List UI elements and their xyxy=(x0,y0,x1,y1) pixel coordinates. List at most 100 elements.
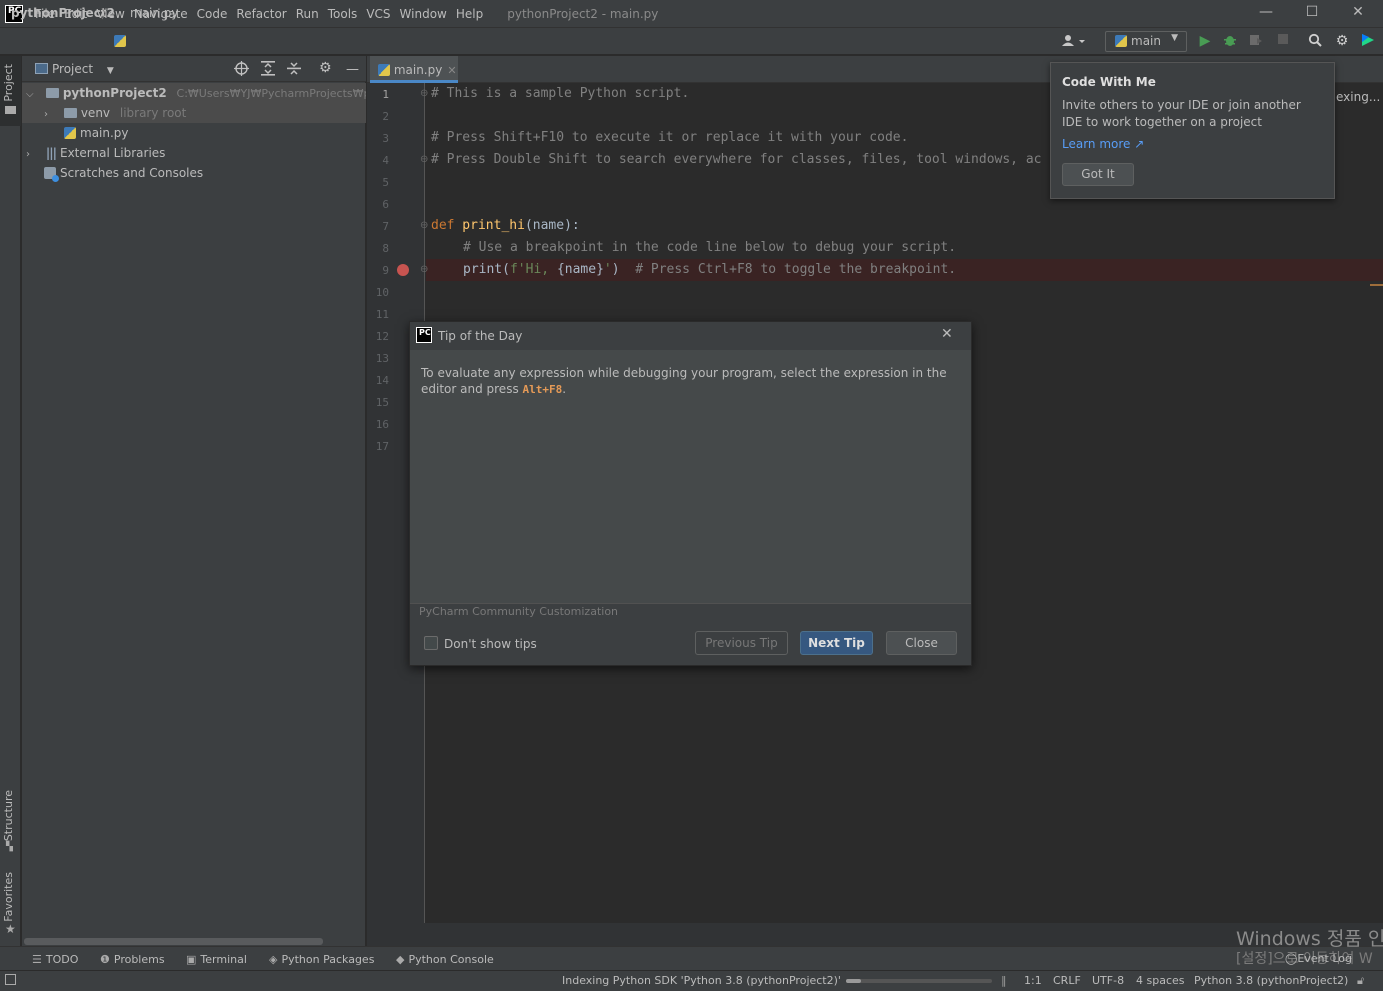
tool-tab-structure[interactable]: Structure xyxy=(2,790,15,841)
code-comment: # Press Shift+F10 to execute it or repla… xyxy=(431,130,909,145)
tip-shortcut: Alt+F8 xyxy=(522,383,563,396)
tree-item-label: External Libraries xyxy=(59,146,166,160)
tree-item-label: pythonProject2 xyxy=(62,86,167,100)
run-icon[interactable]: ▶ xyxy=(1197,33,1213,49)
indexing-progress-bar xyxy=(846,979,992,983)
tree-item-project-root[interactable]: ⌵ pythonProject2 C:₩Users₩YJ₩PycharmProj… xyxy=(22,83,366,103)
caret-position[interactable]: 1:1 xyxy=(1024,974,1042,987)
tree-item-label: main.py xyxy=(80,126,129,140)
dialog-close-icon[interactable]: ✕ xyxy=(941,326,953,342)
code-line-4[interactable]: # Press Double Shift to search everywher… xyxy=(431,152,1041,167)
run-configuration-select[interactable]: main ▼ xyxy=(1105,31,1187,52)
tool-problems[interactable]: ❶ Problems xyxy=(100,953,165,966)
menu-tools[interactable]: Tools xyxy=(328,7,358,21)
breadcrumb-file[interactable]: main.py xyxy=(130,6,179,20)
fold-marker-icon[interactable]: ⊖ xyxy=(420,154,428,165)
got-it-button[interactable]: Got It xyxy=(1062,163,1134,186)
menu-code[interactable]: Code xyxy=(197,7,228,21)
toggle-tool-windows-icon[interactable] xyxy=(5,974,16,985)
tool-python-packages[interactable]: ◈ Python Packages xyxy=(269,953,374,966)
editor-tab-main-py[interactable]: main.py ✕ xyxy=(370,56,458,83)
interpreter-selector[interactable]: Python 3.8 (pythonProject2) xyxy=(1194,974,1348,987)
tree-item-scratches[interactable]: Scratches and Consoles xyxy=(22,163,366,183)
packages-icon: ◈ xyxy=(269,953,278,966)
locate-file-icon[interactable] xyxy=(234,61,249,79)
tree-item-venv[interactable]: › venv library root xyxy=(22,103,366,123)
close-dialog-button[interactable]: Close xyxy=(886,631,957,655)
debug-icon[interactable] xyxy=(1222,33,1238,49)
code-with-me-icon[interactable] xyxy=(1061,33,1087,49)
code-call: print( xyxy=(463,262,510,277)
chevron-right-icon: › xyxy=(26,149,30,160)
indent-setting[interactable]: 4 spaces xyxy=(1136,974,1185,987)
pause-indexing-icon[interactable]: ‖ xyxy=(1001,974,1007,987)
menu-vcs[interactable]: VCS xyxy=(366,7,390,21)
tool-terminal[interactable]: ▣ Terminal xyxy=(186,953,247,966)
libraries-icon: ||| xyxy=(45,146,57,160)
maximize-button[interactable]: ☐ xyxy=(1289,0,1335,27)
previous-tip-button[interactable]: Previous Tip xyxy=(695,631,788,655)
tab-close-icon[interactable]: ✕ xyxy=(447,64,456,77)
tip-text: To evaluate any expression while debuggi… xyxy=(421,365,961,398)
unlock-icon[interactable]: 🔓︎ xyxy=(1357,974,1364,988)
next-tip-button[interactable]: Next Tip xyxy=(800,631,873,655)
menu-refactor[interactable]: Refactor xyxy=(236,7,286,21)
close-window-button[interactable]: ✕ xyxy=(1335,0,1381,27)
code-line-7[interactable]: def print_hi(name): xyxy=(431,218,580,233)
tool-label: Terminal xyxy=(200,953,247,966)
line-number: 9 xyxy=(382,264,389,277)
dont-show-tips-checkbox[interactable] xyxy=(424,636,438,650)
tree-item-label: Scratches and Consoles xyxy=(60,166,204,180)
fold-marker-icon[interactable]: ⊖ xyxy=(420,264,428,275)
code-string: f'Hi, xyxy=(509,262,557,277)
tree-item-path: C:₩Users₩YJ₩PycharmProjects₩pythonProjec… xyxy=(176,87,366,100)
tool-tab-project[interactable]: Project xyxy=(0,56,21,126)
code-line-8[interactable]: # Use a breakpoint in the code line belo… xyxy=(463,240,956,255)
code-line-1[interactable]: # This is a sample Python script. xyxy=(431,86,689,101)
minimize-button[interactable]: — xyxy=(1243,0,1289,27)
menu-window[interactable]: Window xyxy=(400,7,447,21)
settings-gear-icon[interactable]: ⚙ xyxy=(1334,33,1350,49)
collapse-all-icon[interactable] xyxy=(287,61,301,79)
folder-icon xyxy=(45,88,59,98)
code-line-3[interactable]: # Press Shift+F10 to execute it or repla… xyxy=(431,130,908,145)
dont-show-tips-label[interactable]: Don't show tips xyxy=(444,637,537,651)
python-file-icon xyxy=(64,127,76,139)
search-icon[interactable] xyxy=(1307,33,1323,49)
fold-marker-icon[interactable]: ⊖ xyxy=(420,220,428,231)
expand-all-icon[interactable] xyxy=(261,61,275,79)
code-comment: # Press Double Shift to search everywher… xyxy=(431,152,1042,167)
project-panel xyxy=(22,56,366,946)
breadcrumb-project[interactable]: pythonProject2 xyxy=(11,6,115,20)
menu-run[interactable]: Run xyxy=(296,7,319,21)
run-with-coverage-icon[interactable] xyxy=(1248,33,1264,49)
learn-more-link[interactable]: Learn more ↗ xyxy=(1062,137,1144,151)
breakpoint-icon[interactable] xyxy=(397,264,409,276)
stop-icon[interactable] xyxy=(1275,33,1291,49)
jetbrains-toolbox-icon[interactable] xyxy=(1360,33,1376,49)
code-string: ' xyxy=(603,262,612,277)
code-line-9[interactable]: print(f'Hi, {name}') # Press Ctrl+F8 to … xyxy=(463,262,956,277)
tree-item-main-py[interactable]: main.py xyxy=(22,123,366,143)
project-horizontal-scrollbar[interactable] xyxy=(24,938,323,945)
tool-tab-project-label: Project xyxy=(2,64,15,102)
code-params: (name): xyxy=(524,218,580,233)
menu-help[interactable]: Help xyxy=(456,7,483,21)
project-view-selector[interactable]: Project ▼ xyxy=(35,62,114,76)
popup-title: Code With Me xyxy=(1062,75,1156,89)
fold-marker-icon[interactable]: ⊖ xyxy=(420,88,428,99)
tool-tab-favorites[interactable]: Favorites xyxy=(2,872,15,922)
hide-panel-icon[interactable]: — xyxy=(346,62,359,77)
line-separator[interactable]: CRLF xyxy=(1053,974,1081,987)
breadcrumb-separator: 〉 xyxy=(101,7,114,21)
event-log-label: Event Log xyxy=(1297,952,1352,965)
tool-python-console[interactable]: ◆ Python Console xyxy=(396,953,494,966)
chevron-right-icon: › xyxy=(44,109,48,120)
tool-todo[interactable]: ☰ TODO xyxy=(32,953,78,966)
file-encoding[interactable]: UTF-8 xyxy=(1092,974,1124,987)
tree-item-note: library root xyxy=(119,106,187,120)
event-log-button[interactable]: ◯Event Log xyxy=(1285,952,1352,965)
line-number: 4 xyxy=(382,154,389,167)
panel-settings-gear-icon[interactable]: ⚙ xyxy=(319,60,332,76)
tree-item-external-libraries[interactable]: › ||| External Libraries xyxy=(22,143,366,163)
